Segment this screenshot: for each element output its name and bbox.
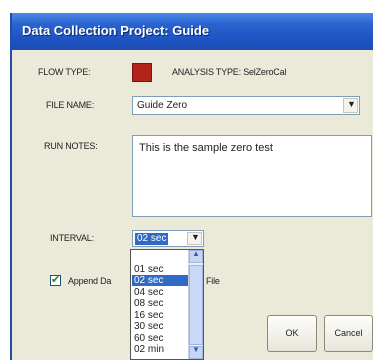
interval-option[interactable]: 04 sec <box>132 287 191 298</box>
interval-list-scrollbar[interactable]: ▲ ▼ <box>188 250 203 359</box>
append-label-suffix: File <box>206 276 220 286</box>
interval-option[interactable]: 08 sec <box>132 298 191 309</box>
ok-button[interactable]: OK <box>267 315 317 352</box>
append-label: Append Da <box>68 276 112 286</box>
scroll-thumb[interactable] <box>189 265 203 345</box>
interval-dropdown-list[interactable]: 01 sec 02 sec 04 sec 08 sec 16 sec 30 se… <box>130 249 204 360</box>
analysis-type-label: ANALYSIS TYPE: SelZeroCal <box>172 67 287 77</box>
chevron-down-icon: ▼ <box>191 232 200 242</box>
cancel-button[interactable]: Cancel <box>324 315 373 352</box>
interval-option[interactable]: 16 sec <box>132 310 191 321</box>
interval-option[interactable]: 30 sec <box>132 321 191 332</box>
check-icon: ✔ <box>51 274 61 286</box>
run-notes-label: RUN NOTES: <box>44 141 98 151</box>
flow-type-label: FLOW TYPE: <box>38 67 91 77</box>
flow-type-swatch[interactable] <box>132 63 152 82</box>
file-name-dropdown-button[interactable]: ▼ <box>343 98 358 113</box>
run-notes-textarea[interactable]: This is the sample zero test <box>132 135 372 217</box>
dialog-window: Data Collection Project: Guide FLOW TYPE… <box>10 13 373 360</box>
file-name-dropdown[interactable]: Guide Zero ▼ <box>132 96 360 115</box>
run-notes-value: This is the sample zero test <box>139 142 273 154</box>
chevron-down-icon: ▼ <box>192 345 200 354</box>
file-name-label: FILE NAME: <box>46 100 95 110</box>
chevron-up-icon: ▲ <box>192 249 200 258</box>
scroll-up-button[interactable]: ▲ <box>189 250 203 263</box>
interval-value: 02 sec <box>135 233 169 245</box>
window-title: Data Collection Project: Guide <box>22 23 210 38</box>
interval-dropdown[interactable]: 02 sec ▼ <box>132 230 204 247</box>
interval-option-selected[interactable]: 02 sec <box>132 275 191 286</box>
interval-option[interactable]: 60 sec <box>132 333 191 344</box>
file-name-value: Guide Zero <box>137 100 188 111</box>
interval-dropdown-button[interactable]: ▼ <box>187 232 202 245</box>
interval-option[interactable]: 01 sec <box>132 264 191 275</box>
append-checkbox[interactable]: ✔ <box>50 274 61 286</box>
title-bar[interactable]: Data Collection Project: Guide <box>12 13 373 50</box>
scroll-down-button[interactable]: ▼ <box>189 345 203 359</box>
interval-option[interactable]: 02 min <box>132 344 191 355</box>
interval-label: INTERVAL: <box>50 233 94 243</box>
chevron-down-icon: ▼ <box>347 99 356 109</box>
